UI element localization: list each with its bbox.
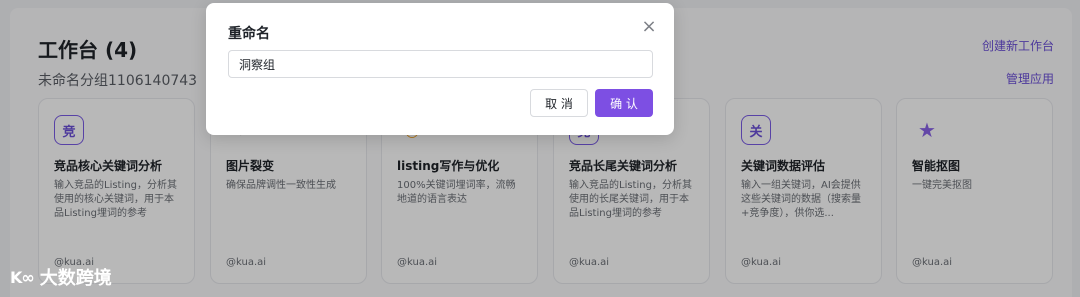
confirm-button[interactable]: 确 认 <box>595 89 653 117</box>
dialog-title: 重命名 <box>228 26 270 42</box>
rename-dialog: 重命名 × 取 消 确 认 <box>206 3 674 135</box>
cancel-button[interactable]: 取 消 <box>530 89 588 117</box>
rename-input[interactable] <box>228 50 653 78</box>
brand-logo: K∞ 大数跨境 <box>10 264 112 290</box>
brand-name: 大数跨境 <box>39 268 112 289</box>
brand-mark: K∞ <box>10 267 35 287</box>
close-icon[interactable]: × <box>640 18 658 36</box>
